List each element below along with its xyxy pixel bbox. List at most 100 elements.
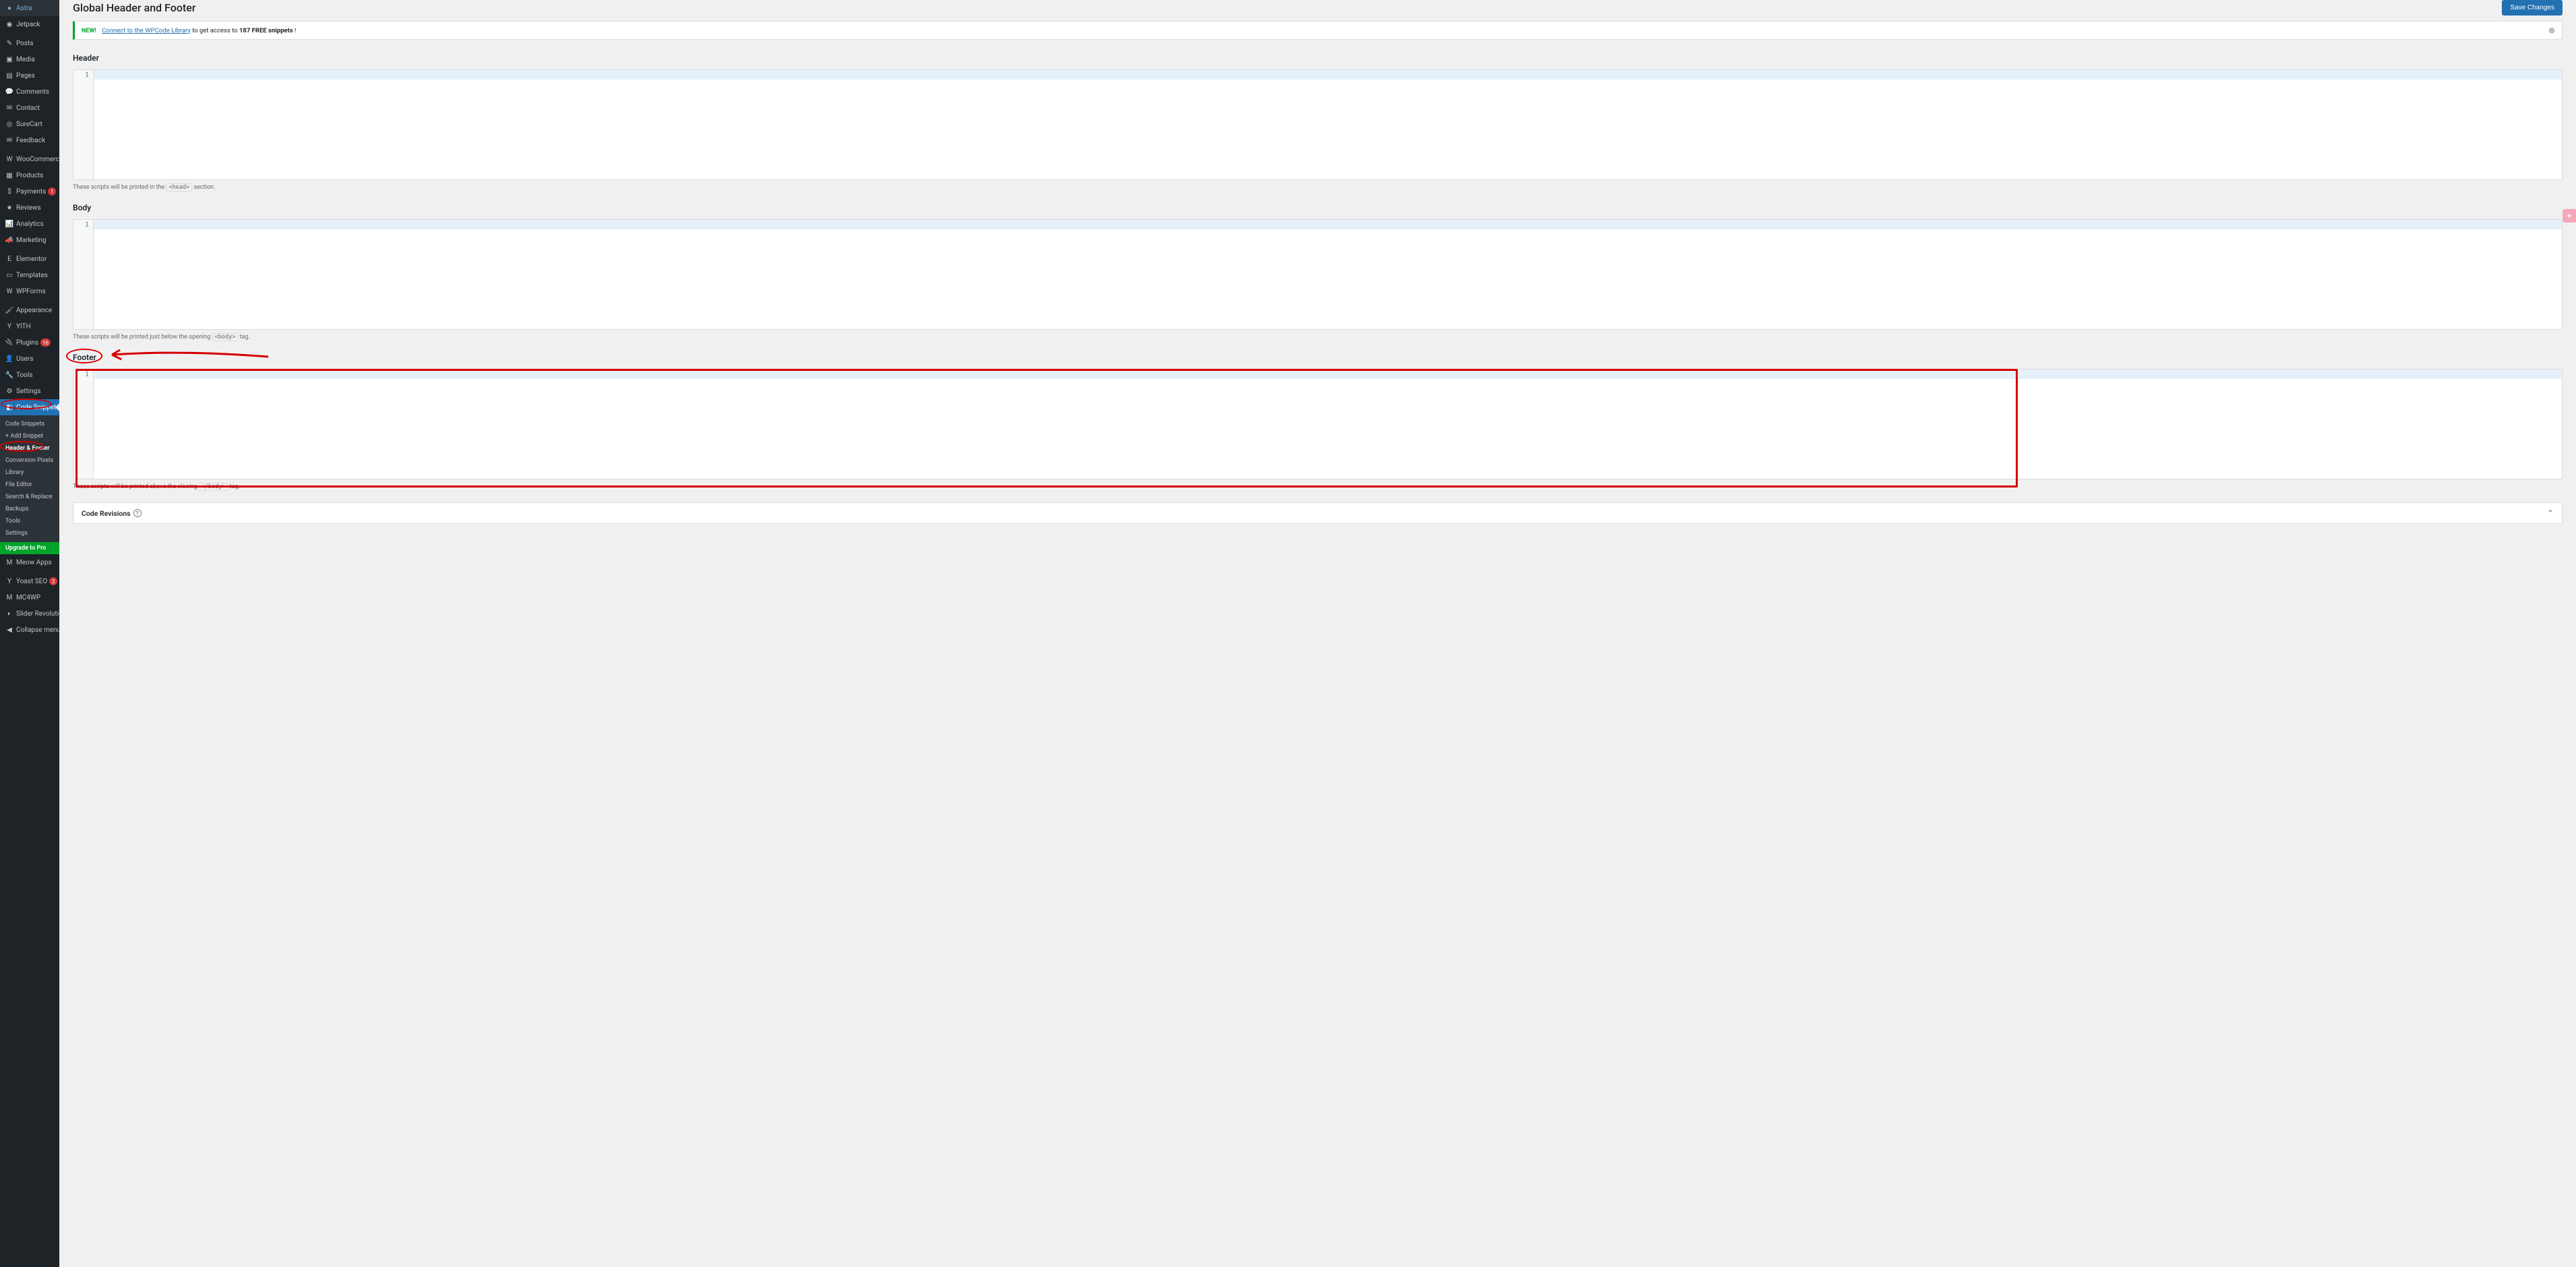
sidebar-label: YITH (16, 323, 31, 330)
badge: 1 (48, 187, 56, 196)
footer-helper-text: These scripts will be printed above the … (73, 483, 2563, 490)
meow-icon: M (5, 558, 13, 566)
submenu-backups[interactable]: Backups (0, 503, 59, 515)
page-icon: ▤ (5, 71, 13, 80)
submenu-tools[interactable]: Tools (0, 515, 59, 527)
sidebar-label: WooCommerce (16, 156, 59, 163)
sidebar-item-payments[interactable]: $Payments1 (0, 183, 59, 200)
sidebar-item-analytics[interactable]: 📊Analytics (0, 216, 59, 232)
sidebar-item-settings[interactable]: ⚙Settings (0, 383, 59, 399)
body-helper-text: These scripts will be printed just below… (73, 334, 2563, 341)
code-content[interactable] (94, 220, 2562, 329)
sidebar-item-reviews[interactable]: ★Reviews (0, 200, 59, 216)
sidebar-label: Astra (16, 5, 32, 12)
sidebar-item-tools[interactable]: 🔧Tools (0, 367, 59, 383)
header-section-label: Header (73, 53, 2563, 63)
code-tag: <head> (166, 183, 192, 191)
sidebar-label: Slider Revolution (16, 610, 59, 618)
jetpack-icon: ◉ (5, 20, 13, 28)
sidebar-item-surecart[interactable]: ◎SureCart (0, 116, 59, 132)
submenu-code-snippets[interactable]: Code Snippets (0, 418, 59, 430)
sidebar-item-media[interactable]: ▣Media (0, 51, 59, 67)
code-snippets-icon: ◧ (5, 403, 13, 411)
sidebar-item-woocommerce[interactable]: WWooCommerce (0, 151, 59, 167)
payments-icon: $ (5, 187, 13, 196)
sidebar-item-plugins[interactable]: 🔌Plugins16 (0, 334, 59, 351)
code-tag: <body> (212, 333, 239, 341)
sidebar-item-meow-apps[interactable]: MMeow Apps (0, 554, 59, 570)
sidebar-item-posts[interactable]: ✎Posts (0, 35, 59, 51)
sidebar-label: Reviews (16, 204, 41, 212)
sidebar-item-contact[interactable]: ✉Contact (0, 100, 59, 116)
sidebar-item-marketing[interactable]: 📣Marketing (0, 232, 59, 248)
submenu-settings[interactable]: Settings (0, 527, 59, 539)
submenu-header-footer[interactable]: Header & Footer (0, 442, 59, 454)
sidebar-group-commerce: WWooCommerce ▦Products $Payments1 ★Revie… (0, 151, 59, 248)
submenu-library[interactable]: Library (0, 467, 59, 479)
submenu-add-snippet[interactable]: + Add Snippet (0, 430, 59, 442)
notice-text: to get access to (192, 27, 239, 34)
sidebar-item-jetpack[interactable]: ◉ Jetpack (0, 16, 59, 32)
sidebar-item-astra[interactable]: ● Astra (0, 0, 59, 16)
badge: 2 (49, 577, 57, 585)
help-icon[interactable]: ? (133, 509, 142, 517)
sidebar-item-appearance[interactable]: 🖌Appearance (0, 302, 59, 318)
notice-link[interactable]: Connect to the WPCode Library (102, 27, 191, 34)
sparkle-icon: ✦ (2566, 212, 2572, 220)
sidebar-collapse-menu[interactable]: ◀Collapse menu (0, 622, 59, 638)
elementor-icon: E (5, 255, 13, 263)
woocommerce-icon: W (5, 155, 13, 163)
library-notice: NEW! Connect to the WPCode Library to ge… (73, 21, 2563, 40)
sidebar-item-slider-revolution[interactable]: ◐Slider Revolution (0, 606, 59, 622)
red-arrow-annotation (100, 345, 275, 365)
sidebar-item-elementor[interactable]: EElementor (0, 251, 59, 267)
collapse-icon: ◀ (5, 626, 13, 634)
code-content[interactable] (94, 370, 2562, 479)
star-icon: ★ (5, 204, 13, 212)
mc4wp-icon: M (5, 593, 13, 601)
sidebar-group-admin: 🖌Appearance YYITH 🔌Plugins16 👤Users 🔧Too… (0, 302, 59, 399)
sidebar-upgrade-pro[interactable]: Upgrade to Pro (0, 542, 59, 554)
code-content[interactable] (94, 70, 2562, 179)
sidebar-item-pages[interactable]: ▤Pages (0, 67, 59, 84)
line-number: 1 (78, 71, 89, 79)
code-gutter: 1 (73, 220, 94, 329)
code-gutter: 1 (73, 370, 94, 479)
submenu-search-replace[interactable]: Search & Replace (0, 491, 59, 503)
sidebar-item-wpforms[interactable]: WWPForms (0, 283, 59, 299)
yith-icon: Y (5, 322, 13, 330)
chevron-up-icon[interactable]: ⌃ (2547, 508, 2554, 518)
sidebar-item-feedback[interactable]: ✉Feedback (0, 132, 59, 148)
header-code-editor[interactable]: 1 (73, 69, 2563, 180)
sidebar-item-yith[interactable]: YYITH (0, 318, 59, 334)
body-section-label: Body (73, 203, 2563, 212)
sidebar-item-comments[interactable]: 💬Comments (0, 84, 59, 100)
sidebar-item-yoast[interactable]: YYoast SEO2 (0, 573, 59, 589)
footer-code-editor[interactable]: 1 (73, 369, 2563, 479)
sidebar-label: Code Snippets (16, 404, 59, 411)
notice-dismiss-icon[interactable]: ⊗ (2548, 26, 2555, 35)
page-header: Global Header and Footer Save Changes (73, 0, 2563, 21)
sidebar-label: Media (16, 56, 35, 63)
body-code-editor[interactable]: 1 (73, 219, 2563, 330)
footer-section-label: Footer (73, 353, 96, 362)
sidebar-group-content: ✎Posts ▣Media ▤Pages 💬Comments ✉Contact … (0, 35, 59, 148)
sidebar-label: Yoast SEO (16, 578, 47, 585)
sidebar-label: Products (16, 172, 43, 179)
sidebar-item-templates[interactable]: ▭Templates (0, 267, 59, 283)
code-revisions-panel[interactable]: Code Revisions ? ⌃ (73, 502, 2563, 524)
save-changes-button[interactable]: Save Changes (2502, 0, 2563, 16)
sidebar-item-products[interactable]: ▦Products (0, 167, 59, 183)
sidebar-label: Marketing (16, 237, 47, 244)
sidebar-item-users[interactable]: 👤Users (0, 351, 59, 367)
floating-ai-badge[interactable]: ✦ (2563, 209, 2576, 223)
sidebar-item-mc4wp[interactable]: MMC4WP (0, 589, 59, 606)
sidebar-label: Plugins (16, 339, 38, 347)
sidebar-label: Appearance (16, 307, 52, 314)
submenu-file-editor[interactable]: File Editor (0, 479, 59, 491)
code-active-line (94, 220, 2562, 229)
submenu-conversion-pixels[interactable]: Conversion Pixels (0, 454, 59, 467)
sidebar-item-code-snippets[interactable]: ◧ Code Snippets (0, 399, 59, 415)
code-active-line (94, 70, 2562, 80)
notice-text: ! (295, 27, 296, 34)
